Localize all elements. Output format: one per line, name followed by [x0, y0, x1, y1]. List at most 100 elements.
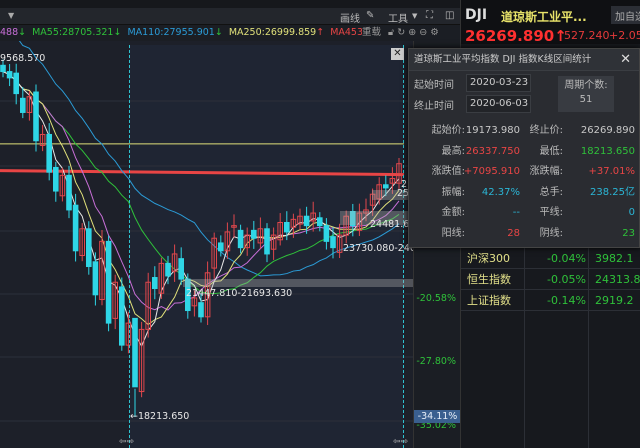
stat-value: 0	[628, 207, 635, 218]
end-time-field[interactable]: 2020-06-03	[466, 95, 531, 113]
reload-button[interactable]: 重载	[362, 27, 381, 38]
stat-label: 起始价:	[431, 125, 465, 136]
pencil-icon[interactable]: ✎	[366, 10, 374, 21]
price-value: 26269.890	[465, 27, 555, 45]
current-axis-value: -34.11%	[414, 410, 461, 423]
stat-value: +7095.910	[463, 166, 520, 177]
index-row[interactable]: 沪深300 -0.04% 3982.1	[461, 248, 640, 269]
stat-value: +37.01%	[588, 166, 635, 177]
index-row[interactable]: 恒生指数 -0.05% 24313.89	[461, 269, 640, 290]
range-start-line[interactable]	[129, 45, 130, 448]
period-label: 周期个数:	[564, 80, 608, 91]
stats-grid: 起始价: 19173.980 终止价: 26269.890 最高: 26337.750 最低…	[409, 121, 640, 244]
dialog-title: 道琼斯工业平均指数 DJI 指数K线区间统计	[409, 49, 639, 71]
stat-value: 26269.890	[580, 125, 635, 136]
dropdown-icon[interactable]: ▼	[8, 11, 14, 20]
lock-icon[interactable]: 🔓︎	[388, 27, 394, 38]
candle	[178, 258, 184, 280]
candle	[383, 184, 389, 189]
kline-chart[interactable]: 9568.570 ←18213.650 21447.810-21693.630 …	[0, 41, 416, 448]
range-end-handle[interactable]: ⇦⇨	[393, 437, 408, 447]
candle	[33, 91, 39, 142]
fullscreen-icon[interactable]: ⛶	[426, 10, 433, 21]
high-label: 9568.570	[0, 53, 46, 64]
settings-icon[interactable]: ⚙	[430, 27, 439, 38]
refresh-icon[interactable]: ↻	[397, 27, 405, 38]
stat-label: 涨跌幅:	[529, 166, 563, 177]
candle	[6, 71, 13, 79]
ma-direction-icon: ↓	[113, 27, 122, 38]
close-range-icon[interactable]: ✕	[391, 48, 404, 60]
candle	[92, 261, 99, 296]
stat-value: --	[512, 207, 520, 218]
stat-value: 28	[507, 227, 520, 239]
range-stats-dialog: 道琼斯工业平均指数 DJI 指数K线区间统计 ✕ 起始时间 2020-03-23…	[408, 48, 640, 248]
add-watchlist-button[interactable]: 加自选	[611, 6, 640, 24]
index-row[interactable]: 上证指数 -0.14% 2919.2	[461, 290, 640, 311]
index-name: 恒生指数	[467, 273, 511, 286]
stat-label: 终止价:	[529, 125, 563, 136]
divider	[588, 248, 589, 448]
candle	[46, 133, 53, 173]
stats-row: 振幅: 42.37% 总手: 238.25亿	[409, 183, 640, 204]
start-time-field[interactable]: 2020-03-23	[466, 74, 531, 92]
candle	[303, 215, 310, 227]
index-name: 沪深300	[467, 252, 510, 265]
index-value: 24313.89	[595, 273, 640, 286]
stats-row: 金额: -- 平线: 0	[409, 203, 640, 224]
ma-direction-icon: ↑	[316, 27, 325, 38]
zoom-in-icon[interactable]: ⊕	[408, 27, 416, 38]
candle	[317, 217, 323, 227]
candle	[165, 262, 171, 277]
ma-legend-item: 488	[0, 27, 19, 38]
panel-toggle-icon[interactable]: ◫	[445, 10, 454, 21]
candle	[251, 229, 257, 239]
index-name: 上证指数	[467, 294, 511, 307]
index-value: 2919.2	[595, 294, 634, 307]
candle	[264, 228, 270, 255]
candle	[152, 277, 158, 290]
title-strip	[0, 0, 460, 8]
tools-button[interactable]: 工具	[388, 10, 408, 25]
price-change: 527.240	[564, 29, 610, 42]
start-time-label: 起始时间	[414, 80, 454, 91]
ma-legend-item: MA55:28705.321	[32, 27, 114, 38]
band-1-label: 21447.810-21693.630	[186, 288, 293, 299]
stat-value: 42.37%	[481, 186, 520, 198]
stat-label: 最高:	[441, 145, 465, 157]
stat-value: 23	[622, 227, 635, 239]
draw-line-button[interactable]: 画线	[340, 10, 360, 25]
candle	[66, 174, 72, 211]
close-icon[interactable]: ✕	[620, 52, 631, 67]
index-value: 3982.1	[595, 252, 634, 265]
band-2-label: 23730.080-240	[343, 243, 416, 254]
stat-label: 阳线:	[441, 227, 465, 239]
stat-label: 阴线:	[539, 227, 563, 239]
ma-direction-icon: ↓	[18, 27, 27, 38]
candle	[0, 64, 6, 73]
candle	[284, 222, 290, 233]
axis-label: -20.58%	[416, 293, 456, 304]
candle	[20, 97, 26, 113]
ma-line-ma453	[0, 169, 405, 177]
candle	[13, 72, 19, 95]
candle	[53, 166, 59, 192]
low-label: ←18213.650	[130, 411, 190, 422]
candle	[198, 302, 204, 318]
candle	[86, 228, 92, 268]
stat-value: 26337.750	[465, 145, 520, 157]
stat-value: 19173.980	[465, 125, 520, 136]
candle	[132, 317, 138, 388]
stat-label: 涨跌值:	[431, 166, 465, 177]
stat-label: 振幅:	[441, 186, 465, 198]
period-count: 周期个数: 51	[558, 76, 614, 112]
ma-direction-icon: ↓	[214, 27, 223, 38]
chart-toolbar: ▼ 画线 ✎ 工具 ▼ ⛶ ◫	[0, 8, 460, 25]
range-start-handle[interactable]: ⇦⇨	[119, 437, 134, 447]
stat-label: 最低:	[539, 145, 563, 157]
index-name: 道琼斯工业平...	[501, 10, 587, 24]
stats-row: 涨跌值: +7095.910 涨跌幅: +37.01%	[409, 162, 640, 183]
zoom-out-icon[interactable]: ⊖	[419, 27, 427, 38]
candle	[218, 242, 224, 252]
stat-label: 金额:	[441, 207, 465, 218]
